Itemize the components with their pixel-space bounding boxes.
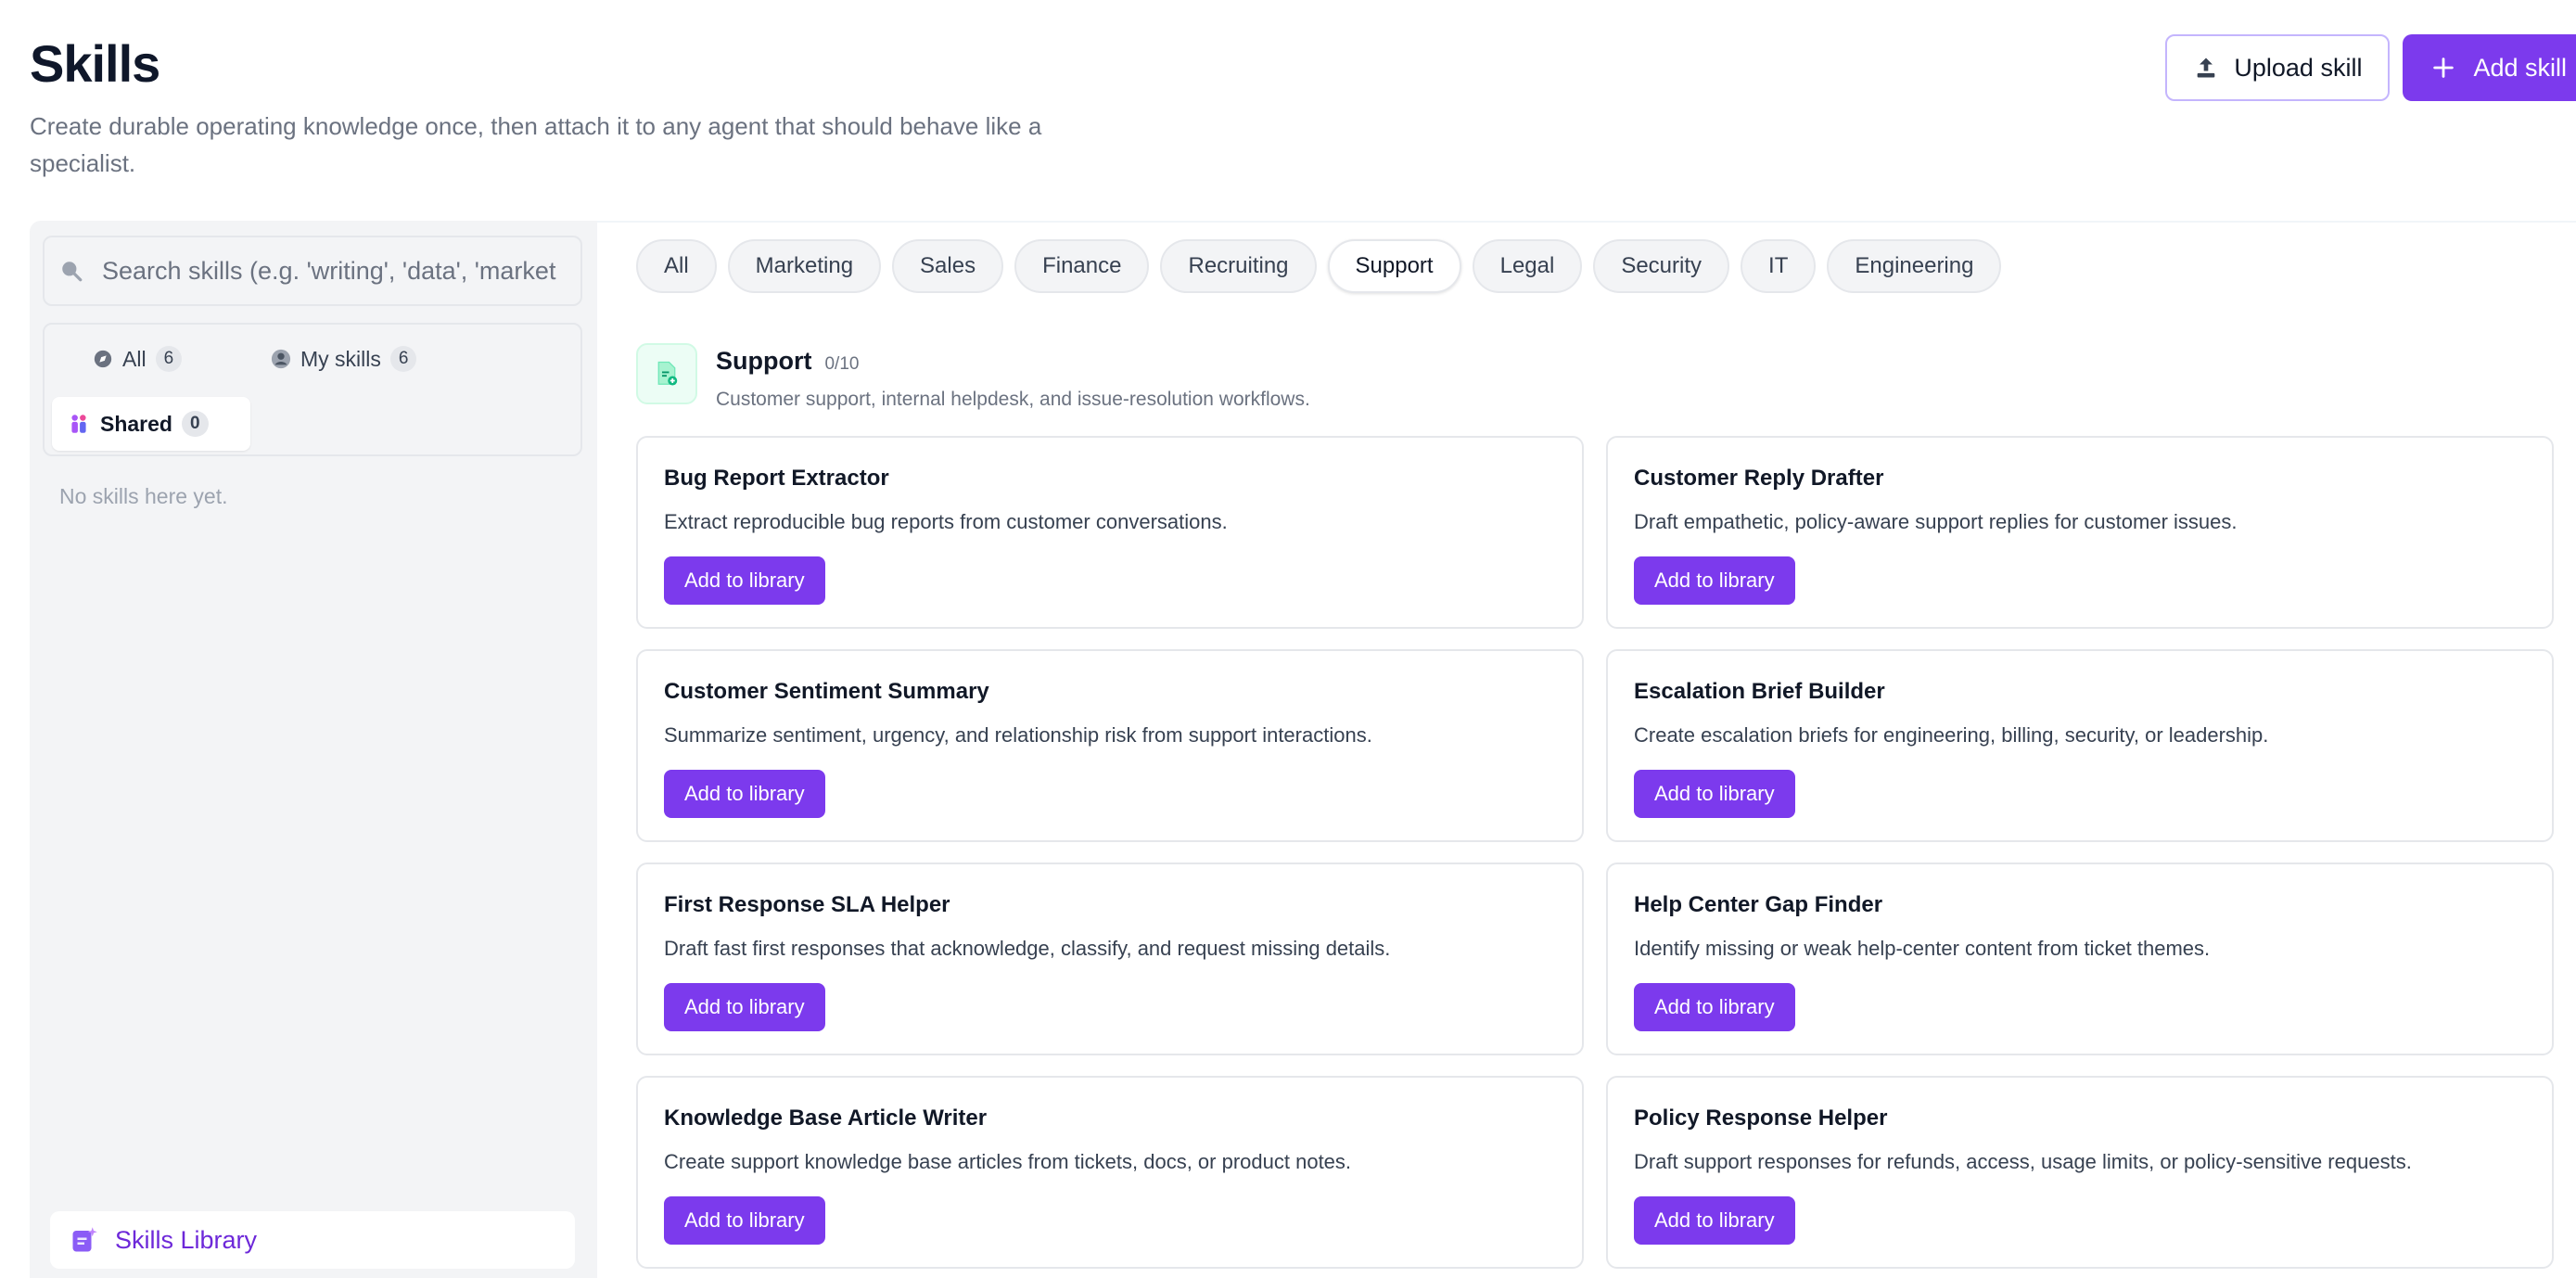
skill-title: Bug Report Extractor <box>664 466 889 491</box>
filter-tab-count: 6 <box>155 346 183 372</box>
filter-tab-label: Shared <box>100 411 172 436</box>
skill-title: Customer Sentiment Summary <box>664 679 989 704</box>
category-chip-support[interactable]: Support <box>1327 239 1461 293</box>
skill-card: Escalation Brief Builder Create escalati… <box>1606 649 2554 842</box>
add-to-library-button[interactable]: Add to library <box>664 983 825 1031</box>
filter-tab-count: 0 <box>181 411 209 437</box>
skill-card: Help Center Gap Finder Identify missing … <box>1606 863 2554 1055</box>
category-chip-recruiting[interactable]: Recruiting <box>1160 239 1317 293</box>
skill-title: Help Center Gap Finder <box>1634 892 1883 917</box>
skill-description: Create support knowledge base articles f… <box>664 1150 1352 1173</box>
search-box <box>43 236 582 306</box>
document-plus-icon <box>657 361 678 386</box>
category-title: Support <box>716 347 812 375</box>
skill-title: Knowledge Base Article Writer <box>664 1105 988 1131</box>
skill-description: Create escalation briefs for engineering… <box>1634 723 2269 747</box>
filter-tab-label: All <box>122 346 147 371</box>
skill-title: Escalation Brief Builder <box>1634 679 1885 704</box>
category-icon <box>636 343 697 404</box>
category-description: Customer support, internal helpdesk, and… <box>716 389 1310 410</box>
add-to-library-button[interactable]: Add to library <box>664 1196 825 1245</box>
main-content: All Marketing Sales Finance Recruiting S… <box>597 221 2576 1278</box>
filter-tab-shared[interactable]: Shared 0 <box>52 397 250 451</box>
skill-card: Bug Report Extractor Extract reproducibl… <box>636 436 1584 629</box>
skill-description: Draft empathetic, policy-aware support r… <box>1634 510 2238 533</box>
skills-grid: Bug Report Extractor Extract reproducibl… <box>636 436 2554 1269</box>
skill-title: Policy Response Helper <box>1634 1105 1888 1131</box>
search-icon <box>62 262 83 282</box>
skills-library-label: Skills Library <box>115 1225 258 1254</box>
sidebar: All 6 My skills 6 Shared 0 No skills her… <box>30 221 597 1278</box>
category-chip-marketing[interactable]: Marketing <box>727 239 882 293</box>
skill-description: Draft fast first responses that acknowle… <box>664 937 1391 960</box>
filter-tab-label: My skills <box>300 346 381 371</box>
upload-icon <box>2198 58 2215 78</box>
category-chip-it[interactable]: IT <box>1741 239 1817 293</box>
user-icon <box>271 349 291 369</box>
page-title: Skills <box>30 34 160 93</box>
skills-library-link[interactable]: Skills Library <box>50 1211 575 1269</box>
add-skill-label: Add skill <box>2473 53 2567 82</box>
empty-state-text: No skills here yet. <box>59 484 228 508</box>
skill-title: First Response SLA Helper <box>664 892 950 917</box>
category-header: Support 0/10 Customer support, internal … <box>636 343 1310 411</box>
skill-card: First Response SLA Helper Draft fast fir… <box>636 863 1584 1055</box>
add-to-library-button[interactable]: Add to library <box>1634 556 1795 605</box>
skill-title: Customer Reply Drafter <box>1634 466 1884 491</box>
add-to-library-button[interactable]: Add to library <box>664 556 825 605</box>
library-icon <box>72 1227 97 1252</box>
skill-card: Knowledge Base Article Writer Create sup… <box>636 1076 1584 1269</box>
category-chip-all[interactable]: All <box>636 239 717 293</box>
category-chip-legal[interactable]: Legal <box>1472 239 1583 293</box>
add-to-library-button[interactable]: Add to library <box>1634 1196 1795 1245</box>
skill-description: Draft support responses for refunds, acc… <box>1634 1150 2412 1173</box>
skill-description: Extract reproducible bug reports from cu… <box>664 510 1228 533</box>
page-subtitle: Create durable operating knowledge once,… <box>30 112 1042 177</box>
compass-icon <box>94 350 112 368</box>
add-to-library-button[interactable]: Add to library <box>664 770 825 818</box>
people-icon <box>71 415 86 433</box>
category-chip-engineering[interactable]: Engineering <box>1827 239 2002 293</box>
filter-tab-my-skills[interactable]: My skills 6 <box>256 334 431 384</box>
upload-skill-button[interactable]: Upload skill <box>2165 34 2391 101</box>
category-chip-finance[interactable]: Finance <box>1014 239 1150 293</box>
plus-icon <box>2433 58 2455 78</box>
search-input[interactable] <box>102 256 556 286</box>
add-to-library-button[interactable]: Add to library <box>1634 770 1795 818</box>
category-chip-security[interactable]: Security <box>1593 239 1730 293</box>
skill-card: Customer Reply Drafter Draft empathetic,… <box>1606 436 2554 629</box>
skill-description: Identify missing or weak help-center con… <box>1634 937 2211 960</box>
skill-description: Summarize sentiment, urgency, and relati… <box>664 723 1372 747</box>
skill-card: Policy Response Helper Draft support res… <box>1606 1076 2554 1269</box>
category-chip-sales[interactable]: Sales <box>892 239 1004 293</box>
page-header: Skills Create durable operating knowledg… <box>30 33 1142 182</box>
filter-panel: All 6 My skills 6 Shared 0 <box>43 323 582 456</box>
upload-skill-label: Upload skill <box>2234 53 2363 82</box>
skill-card: Customer Sentiment Summary Summarize sen… <box>636 649 1584 842</box>
filter-tab-all[interactable]: All 6 <box>78 334 197 384</box>
category-count: 0/10 <box>824 354 860 374</box>
add-to-library-button[interactable]: Add to library <box>1634 983 1795 1031</box>
category-filter-row: All Marketing Sales Finance Recruiting S… <box>636 239 2002 293</box>
add-skill-button[interactable]: Add skill <box>2403 34 2576 101</box>
top-actions: Upload skill Add skill <box>2165 34 2576 101</box>
filter-tab-count: 6 <box>389 346 417 372</box>
